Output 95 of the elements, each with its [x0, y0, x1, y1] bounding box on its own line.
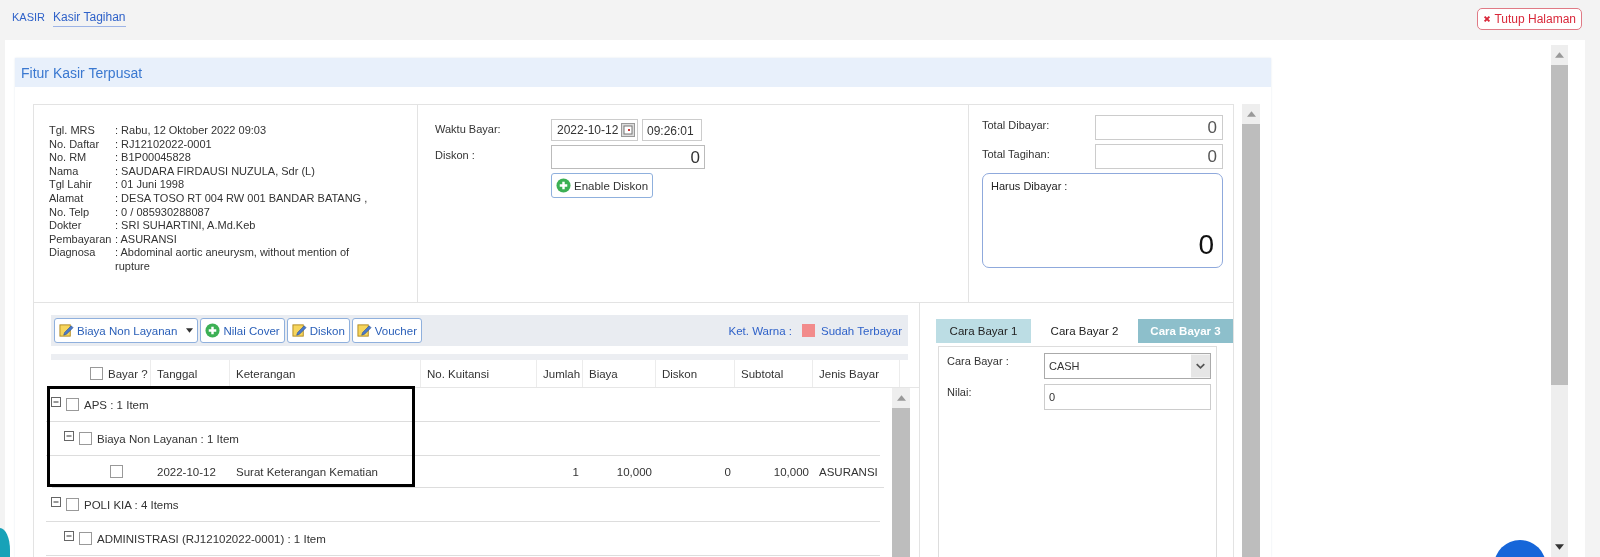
field-value: : SAUDARA FIRDAUSI NUZULA, Sdr (L)	[115, 164, 316, 179]
date-value: 2022-10-12	[557, 123, 619, 137]
scrollbar[interactable]	[892, 388, 910, 557]
group-label: POLI KIA : 4 Items	[84, 498, 179, 511]
scroll-up-icon[interactable]	[1246, 111, 1256, 117]
field-value: : ASURANSI	[115, 232, 178, 247]
table-cell: 0	[724, 465, 731, 478]
chevron-down-icon	[1191, 354, 1210, 378]
table-cell: 2022-10-12	[157, 465, 216, 478]
field-value: : B1P00045828	[115, 151, 192, 165]
field-label: Tgl Lahir	[49, 178, 93, 192]
table-cell: 10,000	[616, 465, 652, 478]
checkbox[interactable]	[66, 498, 79, 511]
edit-icon	[356, 323, 372, 338]
field-label: Pembayaran	[49, 232, 113, 247]
toolbar-button[interactable]: Nilai Cover	[200, 318, 285, 343]
field-label: Dokter	[49, 219, 83, 233]
payment-method-dropdown[interactable]: CASH	[1044, 353, 1211, 379]
field-value: : Rabu, 12 Oktober 2022 09:03	[115, 124, 268, 138]
checkbox[interactable]	[66, 398, 79, 411]
collapse-icon[interactable]	[64, 530, 74, 541]
field-value: : RJ12102022-0001	[115, 137, 213, 152]
collapse-icon[interactable]	[51, 496, 61, 507]
close-page-button[interactable]: Tutup Halaman	[1477, 8, 1582, 30]
breadcrumb-link[interactable]: KASIR	[12, 10, 45, 23]
column-header[interactable]: Biaya	[589, 367, 618, 380]
checkbox[interactable]	[110, 465, 123, 478]
table-cell: ASURANSI	[819, 465, 878, 478]
amount-field[interactable]: 0	[1044, 384, 1211, 410]
field-label: Diagnosa	[49, 246, 97, 261]
field-value: : Abdominal aortic aneurysm, without mention of rupture	[115, 246, 351, 274]
checkbox[interactable]	[79, 432, 92, 445]
table-cell: 10,000	[773, 465, 809, 478]
caret-icon	[186, 328, 194, 333]
column-header[interactable]: Bayar ?	[108, 367, 148, 380]
calendar-icon[interactable]	[621, 123, 635, 137]
edit-icon	[59, 323, 74, 338]
time-field[interactable]: 09:26:01	[642, 119, 702, 141]
toolbar-button[interactable]: Voucher	[351, 318, 422, 343]
collapse-icon[interactable]	[51, 396, 61, 407]
checkbox[interactable]	[79, 532, 92, 545]
group-label: APS : 1 Item	[84, 398, 149, 411]
plus-icon	[205, 323, 221, 338]
field-label: Nama	[49, 164, 80, 179]
date-field[interactable]: 2022-10-12	[551, 119, 638, 141]
field-label: Harus Dibayar :	[991, 180, 1069, 192]
field-label: Total Tagihan:	[982, 147, 1050, 162]
scrollbar[interactable]	[1242, 104, 1260, 557]
scroll-up-icon[interactable]	[1555, 52, 1564, 58]
total-bill-field: 0	[1095, 144, 1223, 169]
field-value: : 01 Juni 1998	[115, 178, 186, 192]
breadcrumb-link[interactable]: Kasir Tagihan	[53, 9, 126, 27]
table-cell: Surat Keterangan Kematian	[236, 465, 378, 478]
group-label: Biaya Non Layanan : 1 Item	[97, 432, 239, 445]
column-header[interactable]: Diskon	[662, 367, 698, 380]
toolbar-button[interactable]: Diskon	[286, 318, 350, 343]
collapse-icon[interactable]	[64, 430, 74, 441]
column-header[interactable]: Tanggal	[157, 367, 198, 380]
discount-field[interactable]: 0	[551, 145, 705, 169]
total-paid-field: 0	[1095, 115, 1223, 140]
field-value: : 0 / 085930288087	[115, 205, 211, 220]
legend-label: Ket. Warna :	[728, 324, 792, 337]
field-value: : SRI SUHARTINI, A.Md.Keb	[115, 219, 257, 233]
field-label: Nilai:	[947, 385, 973, 400]
field-label: No. RM	[49, 151, 88, 165]
field-label: No. Daftar	[49, 137, 101, 152]
close-icon	[1483, 15, 1492, 23]
field-label: No. Telp	[49, 205, 91, 220]
scrollbar[interactable]	[1551, 45, 1568, 557]
panel-title: Fitur Kasir Terpusat	[21, 64, 143, 81]
field-label: Tgl. MRS	[49, 124, 96, 138]
column-header[interactable]: Subtotal	[741, 367, 784, 380]
column-header[interactable]: No. Kuitansi	[427, 367, 489, 380]
field-label: Diskon :	[435, 148, 476, 161]
column-header[interactable]: Jenis Bayar	[819, 367, 880, 380]
edit-icon	[291, 323, 307, 338]
column-header[interactable]: Jumlah	[543, 367, 581, 380]
group-label: ADMINISTRASI (RJ12102022-0001) : 1 Item	[97, 532, 326, 545]
plus-icon	[556, 178, 571, 193]
table-cell: 1	[572, 465, 579, 478]
payment-tab[interactable]: Cara Bayar 1	[936, 319, 1031, 343]
column-header[interactable]: Keterangan	[236, 367, 296, 380]
amount-due-value: 0	[1198, 229, 1214, 261]
enable-discount-button[interactable]: Enable Diskon	[551, 173, 654, 198]
floating-button[interactable]	[0, 528, 10, 557]
field-label: Waktu Bayar:	[435, 122, 502, 135]
toolbar-button[interactable]: Biaya Non Layanan	[54, 318, 199, 343]
field-value: : DESA TOSO RT 004 RW 001 BANDAR BATANG ,	[115, 191, 369, 206]
legend-text: Sudah Terbayar	[821, 324, 902, 337]
field-label: Alamat	[49, 191, 85, 206]
scroll-down-icon[interactable]	[1555, 544, 1564, 550]
scroll-up-icon[interactable]	[896, 395, 906, 401]
field-label: Total Dibayar:	[982, 118, 1050, 133]
field-label: Cara Bayar :	[947, 354, 1010, 369]
checkbox[interactable]	[90, 367, 103, 380]
